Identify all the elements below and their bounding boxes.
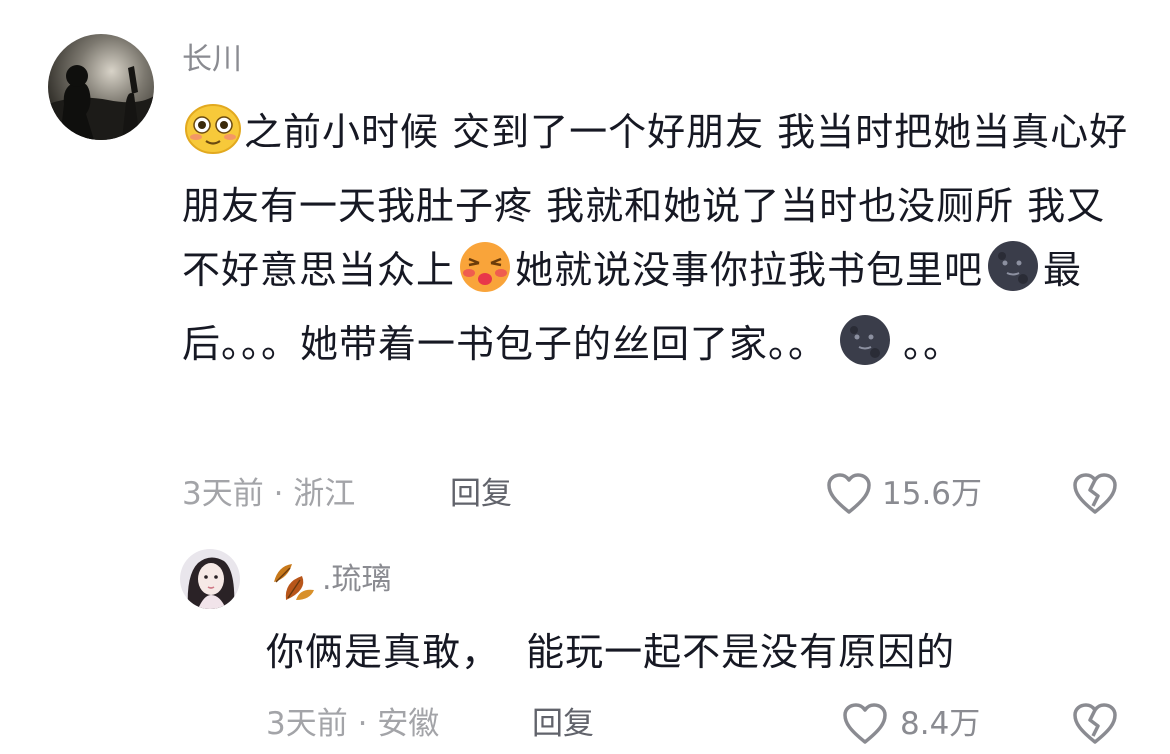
dislike-broken-heart-icon[interactable] (1072, 472, 1118, 516)
reply-button[interactable]: 回复 (532, 704, 594, 744)
kissing-face-emoji (457, 241, 513, 312)
comment-text-part-2: 她就说没事你拉我书包里吧 (515, 248, 984, 292)
comment-text: 你俩是真敢， 能玩一起不是没有原因的 (266, 630, 956, 674)
comment-text: 之前小时候 交到了一个好朋友 我当时把她当真心好朋友有一天我肚子疼 我就和她说了… (182, 100, 1132, 386)
like-count: 15.6万 (882, 476, 983, 512)
heart-icon[interactable] (826, 472, 872, 516)
dislike-broken-heart-icon[interactable] (1072, 702, 1118, 746)
comment-author[interactable]: 长川 (182, 42, 242, 78)
new-moon-face-emoji (837, 313, 893, 386)
blush-face-emoji (184, 103, 242, 174)
like-count: 8.4万 (900, 706, 981, 742)
comment-author[interactable]: .琉璃 (322, 562, 392, 598)
avatar[interactable] (180, 549, 240, 609)
avatar[interactable] (48, 34, 154, 140)
reply-button[interactable]: 回复 (450, 474, 512, 514)
comment-text-part-4: 。。 (903, 322, 963, 366)
autumn-leaves-icon (268, 560, 316, 604)
new-moon-face-emoji (985, 239, 1041, 312)
heart-icon[interactable] (842, 702, 888, 746)
comment-time-location: 3天前 · 浙江 (182, 476, 356, 512)
comment-time-location: 3天前 · 安徽 (266, 706, 440, 742)
